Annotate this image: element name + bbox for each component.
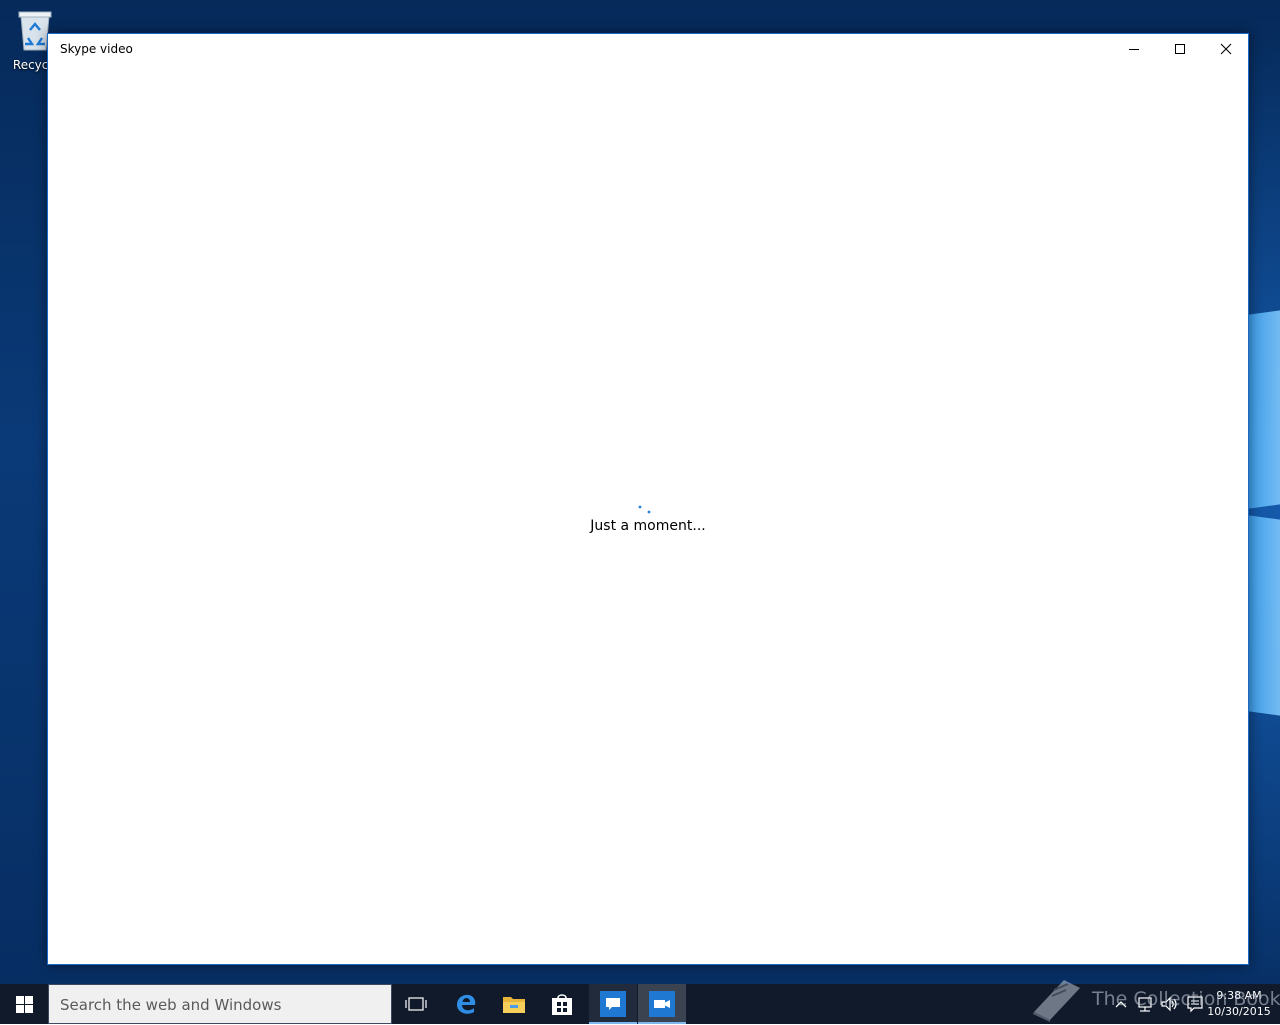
task-view-button[interactable] [392, 984, 440, 1024]
file-explorer-button[interactable] [490, 984, 538, 1024]
messaging-app-button[interactable] [589, 984, 637, 1024]
skype-video-taskbar-button[interactable] [638, 984, 686, 1024]
windows-logo-glow-top [1248, 309, 1280, 509]
edge-browser-button[interactable] [442, 984, 490, 1024]
store-icon [552, 994, 572, 1015]
task-view-icon [405, 997, 427, 1011]
windows-logo-glow-bottom [1248, 515, 1280, 717]
maximize-button[interactable] [1157, 34, 1203, 64]
maximize-icon [1175, 44, 1185, 54]
folder-icon [503, 997, 525, 1013]
loading-indicator: Just a moment... [548, 500, 748, 540]
messaging-icon [600, 991, 626, 1017]
windows-start-icon [15, 995, 33, 1013]
skype-video-window: Skype video Just a moment... [47, 33, 1249, 965]
desktop: Recycle Skype video Just a moment... [0, 0, 1280, 984]
start-button[interactable] [0, 984, 48, 1024]
close-icon [1220, 43, 1232, 55]
minimize-button[interactable] [1111, 34, 1157, 64]
window-title: Skype video [60, 42, 133, 56]
search-input[interactable] [49, 985, 393, 1025]
title-bar[interactable]: Skype video [48, 34, 1248, 64]
progress-ring-icon [638, 505, 651, 514]
watermark-text: The Collection Book [1092, 988, 1280, 1010]
loading-message: Just a moment... [590, 518, 706, 534]
edge-icon [457, 994, 476, 1014]
video-camera-icon [649, 991, 675, 1017]
watermark: The Collection Book [1030, 974, 1280, 1024]
minimize-icon [1129, 49, 1139, 50]
store-button[interactable] [538, 984, 586, 1024]
book-icon [1033, 980, 1080, 1022]
search-box[interactable] [48, 984, 393, 1025]
close-button[interactable] [1203, 34, 1249, 64]
